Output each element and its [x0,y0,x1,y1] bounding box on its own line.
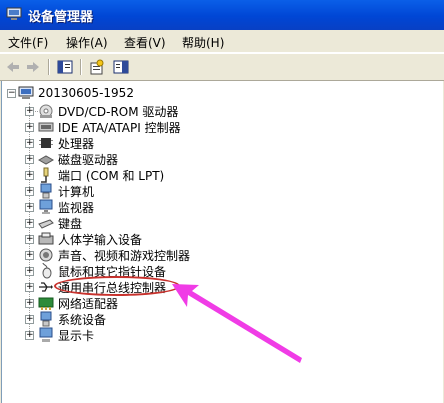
device-manager-app-icon [6,7,22,20]
menu-view[interactable]: 查看(V) [124,34,166,51]
menu-action[interactable]: 操作(A) [66,34,108,51]
window-title: 设备管理器 [28,10,94,25]
menu-help[interactable]: 帮助(H) [182,34,224,51]
title-bar[interactable]: 设备管理器 [0,0,444,30]
toolbar [0,53,444,81]
properties-icon[interactable] [88,58,106,76]
menu-file[interactable]: 文件(F) [8,34,48,51]
annotation-arrow [172,284,302,363]
toolbar-separator [48,59,50,75]
toolbar-separator [80,59,82,75]
forward-arrow-icon[interactable] [24,58,42,76]
device-manager-window: 设备管理器 文件(F) 操作(A) 查看(V) 帮助(H) − 20130605… [0,0,444,403]
menu-bar: 文件(F) 操作(A) 查看(V) 帮助(H) [0,30,444,53]
back-arrow-icon[interactable] [4,58,22,76]
device-tree[interactable]: − 20130605-1952 + DVD/CD-ROM 驱动器 + IDE A… [1,81,443,403]
help-view-icon[interactable] [112,58,130,76]
console-tree-icon[interactable] [56,58,74,76]
